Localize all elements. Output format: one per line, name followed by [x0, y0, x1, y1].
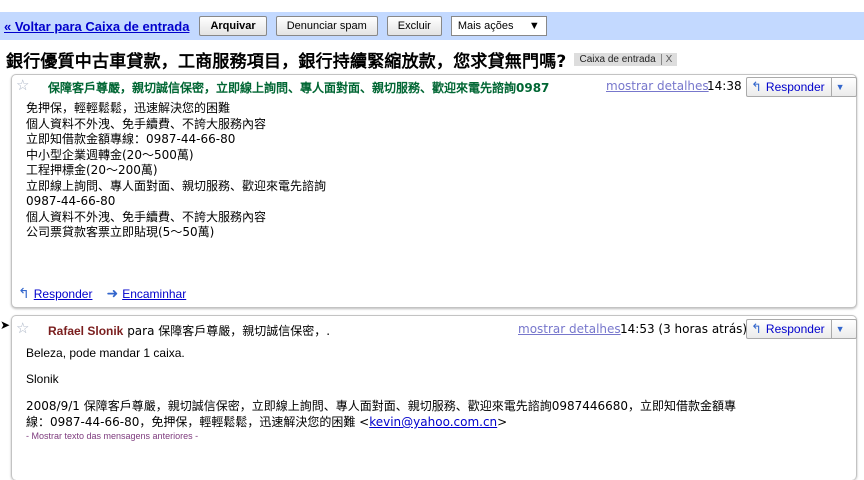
body-line: 工程押標金(20～200萬) [26, 163, 158, 177]
body-line: 個人資料不外洩、免手續費、不誇大服務內容 [26, 209, 267, 224]
reply-label: Responder [765, 80, 825, 94]
sender-name[interactable]: 保障客戶尊嚴，親切誠信保密，立即線上詢問、專人面對面、親切服務、歡迎來電先諮詢0… [48, 79, 600, 96]
message-header[interactable]: ☆ 保障客戶尊嚴，親切誠信保密，立即線上詢問、專人面對面、親切服務、歡迎來電先諮… [12, 75, 857, 97]
delete-button[interactable]: Excluir [386, 16, 442, 36]
recipient-text: para 保障客戶尊嚴，親切誠信保密，. [127, 324, 331, 338]
email-subject: 銀行優質中古車貸款，工商服務項目，銀行持續緊縮放款，您求貸無門嗎? [6, 51, 567, 72]
quoted-text-end: > [497, 415, 508, 429]
message-time: 14:53 (3 horas atrás) [620, 322, 748, 336]
quoted-text: 線：0987-44-66-80，免押保，輕輕鬆鬆，迅速解決您的困難 < [26, 415, 370, 429]
quoted-header-line2: 線：0987-44-66-80，免押保，輕輕鬆鬆，迅速解決您的困難 <kevin… [26, 414, 736, 430]
body-line: 立即知借款金額專線：0987-44-66-80 [26, 132, 236, 146]
reply-arrow-icon: ↰ [18, 285, 30, 301]
body-line: 立即線上詢問、專人面對面、親切服務、歡迎來電先諮詢 [26, 178, 327, 193]
label-text: Caixa de entrada [579, 53, 656, 65]
footer-forward-link[interactable]: Encaminhar [122, 287, 186, 301]
reply-arrow-icon: ↰ [751, 79, 762, 94]
more-actions-label: Mais ações [457, 20, 514, 32]
current-message-pointer-icon: ➤ [0, 318, 11, 332]
archive-button[interactable]: Arquivar [199, 16, 267, 36]
message-body: Beleza, pode mandar 1 caixa. Slonik 2008… [26, 346, 736, 441]
message-card-2: ☆ Rafael Slonik para 保障客戶尊嚴，親切誠信保密，. mos… [11, 315, 857, 480]
chevron-down-icon[interactable]: ▼ [830, 78, 845, 96]
forward-arrow-icon: ➜ [106, 285, 119, 301]
message-header[interactable]: ☆ Rafael Slonik para 保障客戶尊嚴，親切誠信保密，. mos… [12, 316, 857, 339]
reply-button[interactable]: ↰ Responder ▼ [746, 77, 857, 97]
reply-button[interactable]: ↰ Responder ▼ [746, 319, 857, 339]
body-line: 公司票貸款客票立即貼現(5～50萬) [26, 225, 215, 239]
remove-label-icon[interactable]: X [660, 53, 672, 65]
body-line: 個人資料不外洩、免手續費、不誇大服務內容 [26, 116, 267, 131]
star-icon[interactable]: ☆ [16, 77, 29, 93]
email-link[interactable]: kevin@yahoo.com.cn [369, 415, 497, 429]
inbox-label-chip[interactable]: Caixa de entrada X [574, 52, 678, 66]
footer-reply-link[interactable]: Responder [34, 287, 93, 301]
sender-line: Rafael Slonik para 保障客戶尊嚴，親切誠信保密，. [48, 322, 330, 339]
body-line: Beleza, pode mandar 1 caixa. [26, 346, 185, 360]
back-to-inbox-link[interactable]: « Voltar para Caixa de entrada [4, 19, 189, 34]
message-time: 14:38 [707, 79, 742, 93]
body-line: 免押保，輕輕鬆鬆，迅速解決您的困難 [26, 101, 231, 115]
body-line: 0987-44-66-80 [26, 194, 116, 208]
message-footer-actions: ↰ Responder ➜ Encaminhar [18, 285, 200, 302]
subject-row: 銀行優質中古車貸款，工商服務項目，銀行持續緊縮放款，您求貸無門嗎? Caixa … [6, 46, 678, 72]
chevron-down-icon: ▼ [528, 20, 540, 32]
toolbar: « Voltar para Caixa de entrada Arquivar … [0, 12, 864, 40]
show-details-link[interactable]: mostrar detalhes [606, 79, 709, 93]
show-details-link[interactable]: mostrar detalhes [518, 322, 621, 336]
signature: Slonik [26, 372, 59, 386]
message-card-1: ☆ 保障客戶尊嚴，親切誠信保密，立即線上詢問、專人面對面、親切服務、歡迎來電先諮… [11, 74, 857, 308]
sender-name[interactable]: Rafael Slonik [48, 324, 123, 338]
report-spam-button[interactable]: Denunciar spam [275, 16, 378, 36]
quoted-header: 2008/9/1 保障客戶尊嚴，親切誠信保密，立即線上詢問、專人面對面、親切服務… [26, 399, 737, 413]
reply-label: Responder [765, 322, 825, 336]
star-icon[interactable]: ☆ [16, 320, 29, 336]
message-body: 免押保，輕輕鬆鬆，迅速解決您的困難 個人資料不外洩、免手續費、不誇大服務內容 立… [26, 101, 326, 241]
reply-arrow-icon: ↰ [751, 321, 762, 336]
body-line: 中小型企業週轉金(20～500萬) [26, 147, 194, 162]
more-actions-select[interactable]: Mais ações ▼ [450, 16, 547, 36]
show-quoted-text-link[interactable]: - Mostrar texto das mensagens anteriores… [26, 431, 736, 441]
chevron-down-icon[interactable]: ▼ [830, 320, 845, 338]
